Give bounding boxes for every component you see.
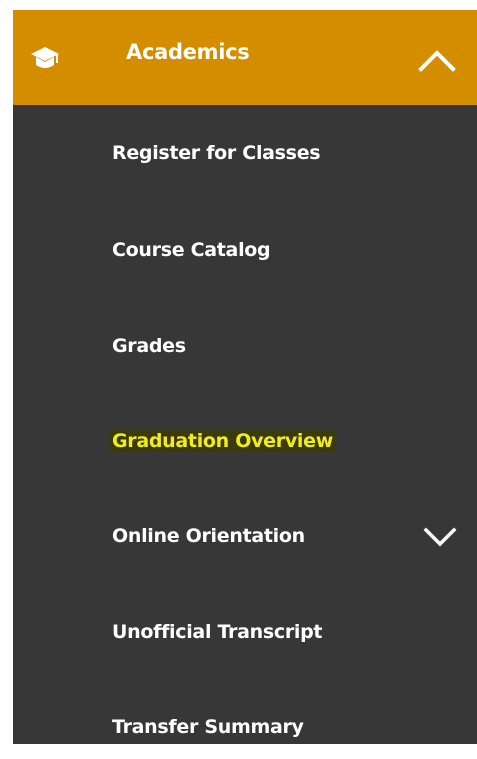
page-margin (0, 0, 13, 759)
menu-item-label: Grades (112, 335, 186, 357)
graduation-cap-icon (31, 47, 59, 68)
academics-section-header[interactable]: Academics (13, 10, 477, 105)
menu-item-online-orientation[interactable]: Online Orientation (112, 525, 305, 547)
menu-item-label-highlighted: Graduation Overview (110, 430, 335, 452)
menu-item-course-catalog[interactable]: Course Catalog (112, 239, 271, 261)
menu-item-label: Course Catalog (112, 239, 271, 261)
sidebar-panel (13, 10, 477, 759)
menu-item-transfer-summary[interactable]: Transfer Summary (112, 716, 304, 738)
menu-item-label: Register for Classes (112, 142, 321, 164)
chevron-up-icon[interactable] (417, 47, 457, 73)
menu-item-label: Unofficial Transcript (112, 621, 323, 643)
menu-item-label: Online Orientation (112, 525, 305, 547)
menu-item-graduation-overview[interactable]: Graduation Overview (110, 430, 335, 452)
menu-item-unofficial-transcript[interactable]: Unofficial Transcript (112, 621, 323, 643)
menu-item-label: Transfer Summary (112, 716, 304, 738)
menu-item-register-for-classes[interactable]: Register for Classes (112, 142, 321, 164)
menu-item-grades[interactable]: Grades (112, 335, 186, 357)
chevron-down-icon[interactable] (423, 526, 457, 548)
academics-section-label: Academics (126, 40, 250, 64)
page-bottom-margin (0, 744, 477, 759)
